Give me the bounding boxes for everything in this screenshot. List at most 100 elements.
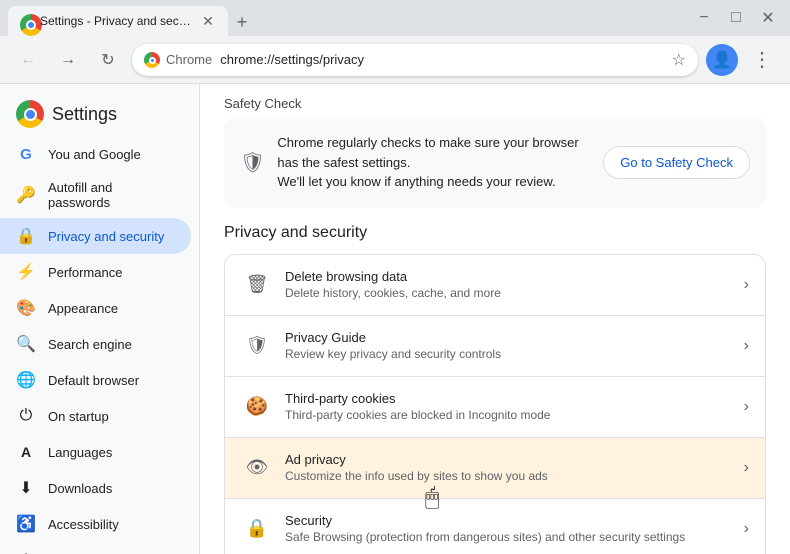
privacy-guide-subtitle: Review key privacy and security controls — [285, 347, 732, 361]
sidebar-item-performance[interactable]: ⚡ Performance — [0, 254, 191, 290]
tab-list: Settings - Privacy and security ✕ + — [8, 0, 686, 36]
sidebar-header: Settings — [0, 84, 199, 136]
go-to-safety-check-button[interactable]: Go to Safety Check — [603, 146, 750, 179]
url-text: chrome://settings/privacy — [220, 52, 665, 67]
safety-check-banner: 🛡 Chrome regularly checks to make sure y… — [224, 117, 766, 208]
sidebar-label-search-engine: Search engine — [48, 337, 132, 352]
security-item[interactable]: 🔒 Security Safe Browsing (protection fro… — [225, 499, 765, 554]
privacy-guide-item[interactable]: 🛡 Privacy Guide Review key privacy and s… — [225, 316, 765, 377]
sidebar-label-downloads: Downloads — [48, 481, 112, 496]
default-browser-icon: 🌐 — [16, 370, 36, 390]
security-content: Security Safe Browsing (protection from … — [285, 513, 732, 544]
sidebar-item-downloads[interactable]: ⬇ Downloads — [0, 470, 191, 506]
sidebar-item-on-startup[interactable]: ⏻ On startup — [0, 398, 191, 434]
chrome-label: Chrome — [166, 52, 212, 67]
safety-text-block: Chrome regularly checks to make sure you… — [277, 133, 591, 192]
sidebar-label-languages: Languages — [48, 445, 112, 460]
security-subtitle: Safe Browsing (protection from dangerous… — [285, 530, 732, 544]
delete-browsing-icon: 🗑 — [241, 269, 273, 301]
tab-close-button[interactable]: ✕ — [200, 13, 216, 29]
search-engine-icon: 🔍 — [16, 334, 36, 354]
security-icon: 🔒 — [241, 513, 273, 545]
window-controls: − □ ✕ — [690, 4, 782, 32]
privacy-icon: 🔒 — [16, 226, 36, 246]
sidebar-item-you-and-google[interactable]: G You and Google — [0, 136, 191, 172]
cookies-subtitle: Third-party cookies are blocked in Incog… — [285, 408, 732, 422]
delete-browsing-title: Delete browsing data — [285, 269, 732, 284]
delete-browsing-subtitle: Delete history, cookies, cache, and more — [285, 286, 732, 300]
safety-text-line2: We'll let you know if anything needs you… — [277, 172, 591, 192]
url-bar[interactable]: Chrome chrome://settings/privacy ☆ — [132, 44, 698, 76]
sidebar-label-autofill: Autofill and passwords — [48, 180, 175, 210]
sidebar-label-default-browser: Default browser — [48, 373, 139, 388]
reload-button[interactable]: ↻ — [92, 44, 124, 76]
sidebar: Settings G You and Google 🔑 Autofill and… — [0, 84, 200, 554]
security-arrow-icon: › — [744, 520, 749, 538]
ad-privacy-title: Ad privacy — [285, 452, 732, 467]
performance-icon: ⚡ — [16, 262, 36, 282]
address-bar: ← → ↻ Chrome chrome://settings/privacy ☆… — [0, 36, 790, 84]
downloads-icon: ⬇ — [16, 478, 36, 498]
privacy-guide-content: Privacy Guide Review key privacy and sec… — [285, 330, 732, 361]
close-button[interactable]: ✕ — [754, 4, 782, 32]
sidebar-title: Settings — [52, 104, 117, 125]
title-bar: Settings - Privacy and security ✕ + − □ … — [0, 0, 790, 36]
cookies-arrow-icon: › — [744, 398, 749, 416]
forward-button[interactable]: → — [52, 44, 84, 76]
main-layout: Settings G You and Google 🔑 Autofill and… — [0, 84, 790, 554]
chrome-favicon-icon — [144, 51, 160, 69]
sidebar-label-privacy: Privacy and security — [48, 229, 164, 244]
languages-icon: A — [16, 442, 36, 462]
maximize-button[interactable]: □ — [722, 4, 750, 32]
bookmark-star-icon[interactable]: ☆ — [672, 50, 686, 70]
sidebar-label-you-and-google: You and Google — [48, 147, 141, 162]
tab-title: Settings - Privacy and security — [40, 14, 194, 28]
delete-browsing-arrow-icon: › — [744, 276, 749, 294]
sidebar-item-default-browser[interactable]: 🌐 Default browser — [0, 362, 191, 398]
delete-browsing-content: Delete browsing data Delete history, coo… — [285, 269, 732, 300]
privacy-section-title: Privacy and security — [224, 224, 766, 242]
sidebar-item-languages[interactable]: A Languages — [0, 434, 191, 470]
appearance-icon: 🎨 — [16, 298, 36, 318]
privacy-guide-icon: 🛡 — [241, 330, 273, 362]
tab-favicon — [20, 14, 34, 28]
sidebar-label-on-startup: On startup — [48, 409, 109, 424]
ad-privacy-icon: 👁 — [241, 452, 273, 484]
cookies-content: Third-party cookies Third-party cookies … — [285, 391, 732, 422]
new-tab-button[interactable]: + — [228, 8, 256, 36]
ad-privacy-content: Ad privacy Customize the info used by si… — [285, 452, 732, 483]
delete-browsing-item[interactable]: 🗑 Delete browsing data Delete history, c… — [225, 255, 765, 316]
sidebar-label-accessibility: Accessibility — [48, 517, 119, 532]
on-startup-icon: ⏻ — [16, 406, 36, 426]
ad-privacy-item[interactable]: 👁 Ad privacy Customize the info used by … — [225, 438, 765, 499]
safety-shield-icon: 🛡 — [240, 150, 265, 175]
profile-button[interactable]: 👤 — [706, 44, 738, 76]
safety-text-line1: Chrome regularly checks to make sure you… — [277, 133, 591, 172]
content-inner: Safety Check 🛡 Chrome regularly checks t… — [200, 84, 790, 554]
chrome-menu-button[interactable]: ⋮ — [746, 44, 778, 76]
privacy-guide-arrow-icon: › — [744, 337, 749, 355]
sidebar-item-search-engine[interactable]: 🔍 Search engine — [0, 326, 191, 362]
system-icon: ⚙ — [16, 550, 36, 554]
sidebar-item-system[interactable]: ⚙ System — [0, 542, 191, 554]
content-area: Safety Check 🛡 Chrome regularly checks t… — [200, 84, 790, 554]
sidebar-label-performance: Performance — [48, 265, 122, 280]
sidebar-item-privacy[interactable]: 🔒 Privacy and security — [0, 218, 191, 254]
autofill-icon: 🔑 — [16, 185, 36, 205]
ad-privacy-arrow-icon: › — [744, 459, 749, 477]
sidebar-label-appearance: Appearance — [48, 301, 118, 316]
active-tab[interactable]: Settings - Privacy and security ✕ — [8, 6, 228, 36]
security-title: Security — [285, 513, 732, 528]
you-google-icon: G — [16, 144, 36, 164]
accessibility-icon: ♿ — [16, 514, 36, 534]
privacy-guide-title: Privacy Guide — [285, 330, 732, 345]
cookies-title: Third-party cookies — [285, 391, 732, 406]
minimize-button[interactable]: − — [690, 4, 718, 32]
sidebar-item-autofill[interactable]: 🔑 Autofill and passwords — [0, 172, 191, 218]
ad-privacy-subtitle: Customize the info used by sites to show… — [285, 469, 732, 483]
back-button[interactable]: ← — [12, 44, 44, 76]
safety-check-section-title: Safety Check — [224, 84, 766, 117]
sidebar-item-accessibility[interactable]: ♿ Accessibility — [0, 506, 191, 542]
sidebar-item-appearance[interactable]: 🎨 Appearance — [0, 290, 191, 326]
third-party-cookies-item[interactable]: 🍪 Third-party cookies Third-party cookie… — [225, 377, 765, 438]
